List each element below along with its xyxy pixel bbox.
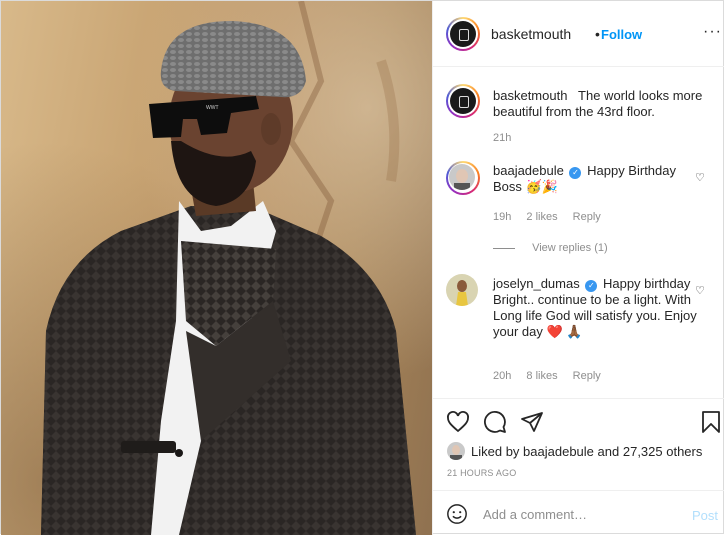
avatar-photo — [447, 442, 465, 460]
liked-by: Liked by baajadebule and 27,325 others — [445, 441, 724, 463]
heart-icon[interactable] — [446, 410, 470, 434]
comment-meta: 19h 2 likes Reply — [493, 211, 613, 223]
liked-by-text: Liked by baajadebule and 27,325 others — [471, 444, 702, 459]
comment-time[interactable]: 20h — [493, 370, 511, 382]
post-comment-button[interactable]: Post — [692, 508, 718, 523]
liked-by-prefix: Liked by — [471, 444, 520, 459]
like-comment-heart-icon[interactable]: ♡ — [695, 284, 705, 297]
liked-by-others[interactable]: 27,325 others — [623, 444, 703, 459]
verified-badge-icon: ✓ — [585, 280, 598, 292]
comment-icon[interactable] — [483, 410, 507, 434]
author-username[interactable]: basketmouth — [491, 26, 571, 42]
comment-likes[interactable]: 8 likes — [526, 370, 557, 382]
post-timestamp[interactable]: 21 HOURS AGO — [447, 468, 516, 478]
add-comment-row: Post — [433, 490, 724, 535]
caption-meta: 21h — [493, 132, 523, 144]
glasses-logo: WWT — [206, 105, 219, 111]
comment-username[interactable]: joselyn_dumas — [493, 276, 580, 291]
bookmark-icon[interactable] — [699, 410, 723, 434]
post-photo[interactable]: WWT — [1, 1, 432, 535]
view-replies-button[interactable]: View replies (1) — [493, 242, 608, 254]
header-separator: • — [595, 26, 600, 42]
replies-divider — [493, 247, 515, 249]
caption-username[interactable]: basketmouth — [493, 88, 567, 103]
action-bar — [433, 398, 724, 438]
liked-by-conj: and — [597, 444, 620, 459]
caption-body: basketmouth The world looks more beautif… — [493, 88, 708, 120]
comments-list[interactable]: basketmouth The world looks more beautif… — [433, 68, 724, 398]
commenter-avatar[interactable] — [446, 274, 478, 306]
comment-body: baajadebule ✓ Happy Birthday Boss 🥳🎉 — [493, 163, 693, 195]
reply-button[interactable]: Reply — [573, 370, 601, 382]
share-icon[interactable] — [520, 410, 544, 434]
verified-badge-icon: ✓ — [569, 167, 582, 179]
comment-likes[interactable]: 2 likes — [526, 211, 557, 223]
post-header: basketmouth • Follow ··· — [433, 1, 724, 67]
emoji-icon[interactable] — [446, 503, 468, 525]
more-options-icon[interactable]: ··· — [703, 23, 722, 41]
liked-by-user[interactable]: baajadebule — [523, 444, 594, 459]
avatar-photo — [446, 274, 478, 306]
comment-username[interactable]: baajadebule — [493, 163, 564, 178]
follow-button[interactable]: Follow — [601, 27, 642, 42]
author-avatar[interactable] — [446, 17, 480, 51]
caption-avatar[interactable] — [446, 84, 480, 118]
comment-input[interactable] — [483, 504, 683, 524]
instagram-post: WWT basketmouth • Follow ··· basketmouth… — [0, 0, 724, 535]
view-replies-label: View replies (1) — [532, 242, 608, 254]
brand-logo-icon — [450, 88, 476, 114]
post-sidebar: basketmouth • Follow ··· basketmouth The… — [432, 1, 724, 535]
like-comment-heart-icon[interactable]: ♡ — [695, 171, 705, 184]
comment-time[interactable]: 19h — [493, 211, 511, 223]
commenter-avatar[interactable] — [446, 161, 480, 195]
brand-logo-icon — [450, 21, 476, 47]
reply-button[interactable]: Reply — [573, 211, 601, 223]
caption-time[interactable]: 21h — [493, 132, 511, 144]
comment-meta: 20h 8 likes Reply — [493, 370, 613, 382]
comment-body: joselyn_dumas ✓ Happy birthday Bright.. … — [493, 276, 698, 340]
liker-avatar[interactable] — [447, 442, 465, 460]
portrait-illustration: WWT — [41, 1, 416, 535]
avatar-photo — [449, 164, 475, 190]
